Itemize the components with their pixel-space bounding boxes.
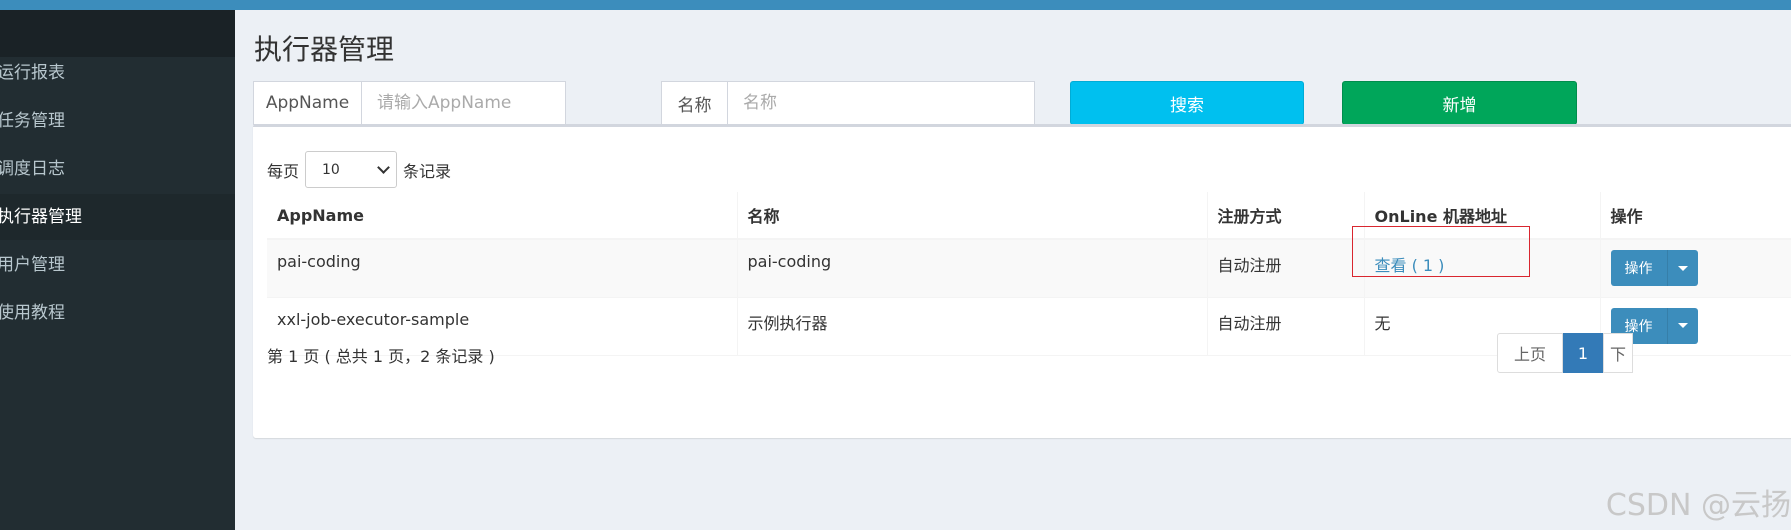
sidebar-item-tasks[interactable]: 任务管理: [0, 98, 235, 144]
sidebar-item-tutorial[interactable]: 使用教程: [0, 290, 235, 336]
table-info: 第 1 页 ( 总共 1 页，2 条记录 ): [267, 347, 495, 366]
action-dropdown-toggle[interactable]: [1667, 307, 1698, 344]
sidebar-item-label: 执行器管理: [0, 207, 82, 227]
cell-registration: 自动注册: [1207, 239, 1365, 298]
sidebar-item-executors[interactable]: 执行器管理: [0, 194, 235, 240]
pagination: 上页 1 下: [1497, 333, 1633, 373]
page-length-value: 10: [322, 161, 340, 178]
name-filter-label: 名称: [662, 82, 728, 124]
per-page-prefix: 每页: [267, 161, 300, 181]
table-row: pai-coding pai-coding 自动注册 查看 ( 1 ) 操作: [267, 239, 1791, 298]
sidebar-item-logs[interactable]: 调度日志: [0, 146, 235, 192]
next-page-button[interactable]: 下: [1603, 333, 1633, 373]
add-button[interactable]: 新增: [1342, 81, 1577, 125]
sidebar-item-reports[interactable]: 运行报表: [0, 50, 235, 96]
highlight-annotation: [1352, 226, 1530, 277]
appname-input[interactable]: [362, 82, 565, 124]
chevron-down-icon: [377, 160, 390, 174]
sidebar-item-label: 调度日志: [0, 159, 65, 179]
name-filter: 名称: [661, 81, 1035, 125]
sidebar: 运行报表 任务管理 调度日志 执行器管理 用户管理 使用教程: [0, 10, 235, 530]
executor-table: AppName 名称 注册方式 OnLine 机器地址 操作 pai-codin…: [267, 192, 1791, 356]
page-length-select[interactable]: 10: [305, 151, 398, 188]
page-1-button[interactable]: 1: [1563, 333, 1603, 373]
column-header-name[interactable]: 名称: [737, 192, 1208, 240]
page-title: 执行器管理: [254, 33, 395, 66]
caret-down-icon: [1677, 323, 1688, 328]
cell-name: 示例执行器: [737, 297, 1208, 356]
sidebar-item-label: 用户管理: [0, 255, 65, 275]
action-split-button: 操作: [1610, 250, 1698, 286]
cell-appname: pai-coding: [267, 239, 738, 298]
column-header-appname[interactable]: AppName: [267, 192, 738, 240]
action-button[interactable]: 操作: [1610, 250, 1668, 286]
top-header-bar: [0, 0, 1791, 10]
executor-list-box: 每页 10 条记录 AppName 名称 注册方式 OnLine 机器地址 操作…: [253, 124, 1791, 438]
table-header-row: AppName 名称 注册方式 OnLine 机器地址 操作: [267, 192, 1791, 240]
sidebar-item-users[interactable]: 用户管理: [0, 242, 235, 288]
sidebar-item-label: 任务管理: [0, 111, 65, 131]
column-header-actions: 操作: [1600, 192, 1791, 240]
prev-page-button[interactable]: 上页: [1497, 333, 1563, 373]
cell-name: pai-coding: [737, 239, 1208, 298]
action-dropdown-toggle[interactable]: [1667, 250, 1698, 286]
main-content: 执行器管理 AppName 名称 搜索 新增 每页 10 条记录 AppName…: [235, 10, 1791, 530]
watermark: CSDN @云扬: [1605, 488, 1791, 523]
sidebar-item-label: 运行报表: [0, 63, 65, 83]
cell-registration: 自动注册: [1207, 297, 1365, 356]
appname-filter-label: AppName: [254, 82, 362, 124]
sidebar-item-label: 使用教程: [0, 303, 65, 323]
cell-actions: 操作: [1600, 239, 1791, 298]
column-header-registration[interactable]: 注册方式: [1207, 192, 1365, 240]
name-input[interactable]: [728, 82, 1034, 124]
caret-down-icon: [1677, 265, 1688, 271]
search-button[interactable]: 搜索: [1070, 81, 1304, 125]
per-page-suffix: 条记录: [403, 161, 452, 181]
appname-filter: AppName: [253, 81, 566, 125]
page-length-control: 每页 10 条记录: [267, 151, 451, 188]
